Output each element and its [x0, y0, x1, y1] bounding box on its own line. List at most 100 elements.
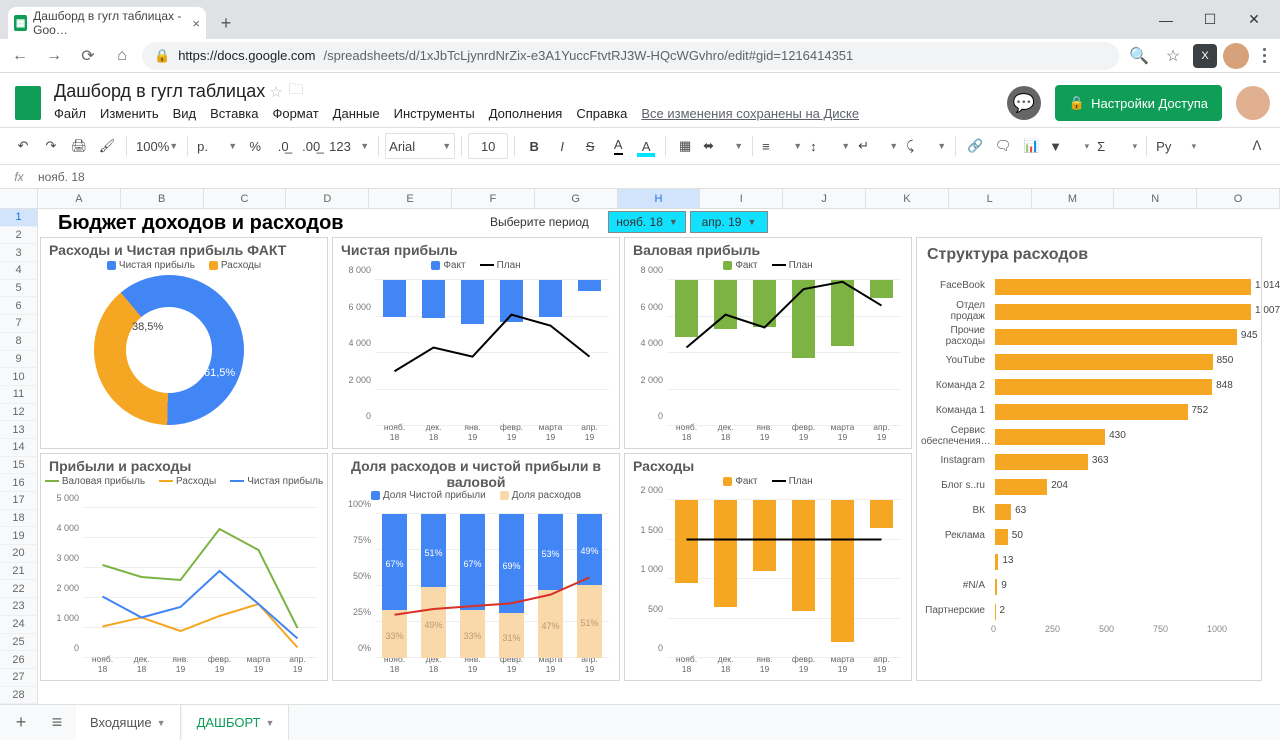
chart-donut[interactable]: Расходы и Чистая прибыль ФАКТ Чистая при…	[40, 237, 328, 449]
column-header[interactable]: K	[866, 189, 949, 208]
url-host: https://docs.google.com	[178, 48, 315, 63]
chart-title: Доля расходов и чистой прибыли в валовой	[341, 458, 611, 490]
period-from-select[interactable]: нояб. 18▼	[608, 211, 686, 233]
back-icon[interactable]: ←	[6, 42, 34, 70]
borders-icon[interactable]: ▦	[672, 133, 698, 159]
chart-icon[interactable]: 📊	[1018, 133, 1044, 159]
dec-more-icon[interactable]: .00̲	[298, 133, 324, 159]
column-header[interactable]: G	[535, 189, 618, 208]
paint-format-icon[interactable]: 🖌	[94, 133, 120, 159]
column-header[interactable]: N	[1114, 189, 1197, 208]
font-size[interactable]: 10	[468, 133, 508, 159]
column-header[interactable]: E	[369, 189, 452, 208]
wrap-icon[interactable]: ↵▼	[855, 133, 901, 159]
functions-icon[interactable]: Σ▾	[1094, 133, 1140, 159]
currency-select[interactable]: р.▼	[194, 133, 240, 159]
collapse-toolbar-icon[interactable]: ᐱ	[1244, 133, 1270, 159]
column-header[interactable]: F	[452, 189, 535, 208]
comment-icon[interactable]: 🗨	[990, 133, 1016, 159]
column-header[interactable]: O	[1197, 189, 1280, 208]
italic-icon[interactable]: I	[549, 133, 575, 159]
home-icon[interactable]: ⌂	[108, 42, 136, 70]
user-avatar[interactable]	[1236, 86, 1270, 120]
add-sheet-button[interactable]: +	[4, 712, 38, 733]
menu-edit[interactable]: Изменить	[100, 106, 159, 121]
menu-view[interactable]: Вид	[173, 106, 197, 121]
column-header[interactable]: M	[1032, 189, 1115, 208]
search-icon[interactable]: 🔍	[1125, 42, 1153, 70]
browser-tab[interactable]: ▦ Дашборд в гугл таблицах - Goo… ×	[8, 7, 206, 39]
chart-title: Валовая прибыль	[633, 242, 911, 258]
folder-icon[interactable]: 🗀	[289, 79, 304, 104]
window-close-icon[interactable]: ✕	[1232, 5, 1276, 35]
doc-title[interactable]: Дашборд в гугл таблицах	[54, 81, 265, 102]
share-button[interactable]: 🔒 Настройки Доступа	[1055, 85, 1222, 121]
comments-icon[interactable]: 💬	[1007, 86, 1041, 120]
input-lang[interactable]: Ру▾	[1153, 133, 1199, 159]
reload-icon[interactable]: ⟳	[74, 42, 102, 70]
star-icon[interactable]: ☆	[1159, 42, 1187, 70]
text-color-icon[interactable]: A	[605, 133, 631, 159]
merge-icon[interactable]: ⬌▼	[700, 133, 746, 159]
column-header[interactable]: L	[949, 189, 1032, 208]
period-to-select[interactable]: апр. 19▼	[690, 211, 768, 233]
forward-icon[interactable]: →	[40, 42, 68, 70]
chart-structure[interactable]: Структура расходов FaceBook1 014Отдел пр…	[916, 237, 1262, 681]
slice-label: 38,5%	[132, 321, 163, 333]
column-header[interactable]: C	[204, 189, 287, 208]
menu-file[interactable]: Файл	[54, 106, 86, 121]
row-headers[interactable]: 1234567891011121314151617181920212223242…	[0, 209, 38, 704]
formula-bar[interactable]: fx нояб. 18	[0, 165, 1280, 189]
undo-icon[interactable]: ↶	[10, 133, 36, 159]
share-label: Настройки Доступа	[1091, 96, 1208, 111]
percent-icon[interactable]: %	[242, 133, 268, 159]
address-bar[interactable]: 🔒 https://docs.google.com/spreadsheets/d…	[142, 42, 1119, 70]
column-header[interactable]: D	[286, 189, 369, 208]
chart-profits-expenses[interactable]: Прибыли и расходы Валовая прибыль Расход…	[40, 453, 328, 681]
sheet-canvas[interactable]: Бюджет доходов и расходов Выберите перио…	[38, 209, 1280, 704]
column-header[interactable]: B	[121, 189, 204, 208]
dashboard-title: Бюджет доходов и расходов	[58, 212, 344, 235]
profile-avatar[interactable]	[1223, 43, 1249, 69]
column-headers[interactable]: ABCDEFGHIJKLMNO	[0, 189, 1280, 209]
column-header[interactable]: J	[783, 189, 866, 208]
menu-tools[interactable]: Инструменты	[394, 106, 475, 121]
menu-insert[interactable]: Вставка	[210, 106, 258, 121]
new-tab-button[interactable]: +	[212, 9, 240, 37]
chart-expenses[interactable]: Расходы Факт План 05001 0001 5002 000ноя…	[624, 453, 912, 681]
sheet-tab-incoming[interactable]: Входящие▼	[76, 705, 181, 740]
sheets-logo-icon[interactable]	[10, 85, 46, 121]
menu-data[interactable]: Данные	[333, 106, 380, 121]
link-icon[interactable]: 🔗	[962, 133, 988, 159]
rotate-icon[interactable]: ⤹▼	[903, 133, 949, 159]
more-formats[interactable]: 123▼	[326, 133, 372, 159]
print-icon[interactable]: 🖨	[66, 133, 92, 159]
window-minimize-icon[interactable]: —	[1144, 5, 1188, 35]
menu-help[interactable]: Справка	[576, 106, 627, 121]
dec-less-icon[interactable]: .0̲	[270, 133, 296, 159]
chart-net-profit[interactable]: Чистая прибыль Факт План 02 0004 0006 00…	[332, 237, 620, 449]
chart-gross-profit[interactable]: Валовая прибыль Факт План 02 0004 0006 0…	[624, 237, 912, 449]
font-select[interactable]: Arial▼	[385, 133, 455, 159]
fill-color-icon[interactable]: A	[633, 133, 659, 159]
sheet-tab-dashboard[interactable]: ДАШБОРТ▼	[183, 705, 290, 740]
menu-format[interactable]: Формат	[272, 106, 318, 121]
filter-icon[interactable]: ▼▾	[1046, 133, 1092, 159]
window-maximize-icon[interactable]: ☐	[1188, 5, 1232, 35]
browser-menu-icon[interactable]	[1255, 48, 1274, 63]
strike-icon[interactable]: S	[577, 133, 603, 159]
star-doc-icon[interactable]: ☆	[269, 83, 282, 101]
column-header[interactable]: I	[700, 189, 783, 208]
chart-share[interactable]: Доля расходов и чистой прибыли в валовой…	[332, 453, 620, 681]
bold-icon[interactable]: B	[521, 133, 547, 159]
valign-icon[interactable]: ↕▼	[807, 133, 853, 159]
all-sheets-icon[interactable]: ≡	[40, 712, 74, 733]
redo-icon[interactable]: ↷	[38, 133, 64, 159]
close-icon[interactable]: ×	[192, 16, 200, 31]
column-header[interactable]: A	[38, 189, 121, 208]
halign-icon[interactable]: ≡▼	[759, 133, 805, 159]
extension-icon[interactable]: X	[1193, 44, 1217, 68]
menu-addons[interactable]: Дополнения	[489, 106, 563, 121]
zoom-select[interactable]: 100%▼	[133, 133, 181, 159]
column-header[interactable]: H	[618, 189, 701, 208]
